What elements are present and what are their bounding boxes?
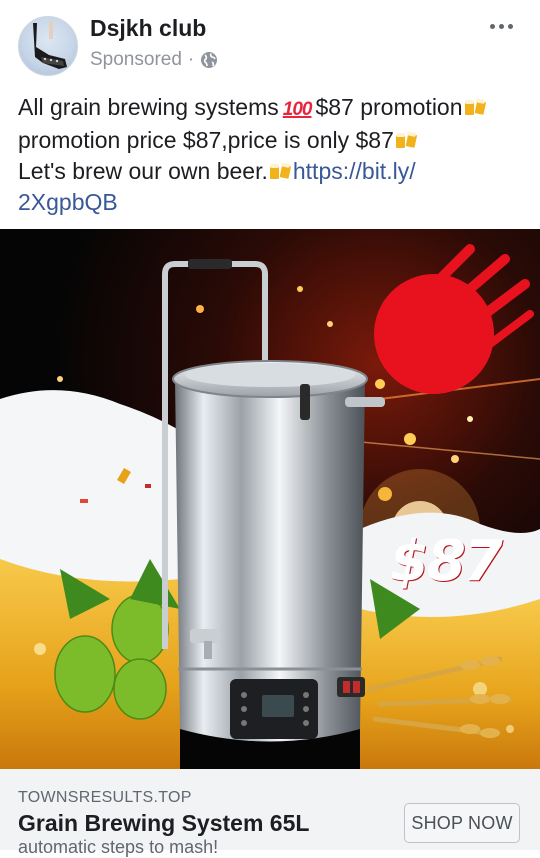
page-name-link[interactable]: Dsjkh club xyxy=(90,15,206,42)
page-avatar[interactable] xyxy=(18,16,78,76)
post-message: All grain brewing systems 100 $87 promotio… xyxy=(18,92,528,218)
beer-mugs-icon xyxy=(464,98,486,115)
sponsored-label[interactable]: Sponsored xyxy=(90,49,182,71)
shortlink-continued[interactable]: 2XgpbQB xyxy=(18,189,118,215)
post-text-segment: $87 promotion xyxy=(315,94,463,120)
link-headline[interactable]: Grain Brewing System 65L xyxy=(18,810,309,837)
post-meta: Sponsored · xyxy=(90,49,218,71)
post-line-3: Let's brew our own beer. https://bit.ly/ xyxy=(18,156,528,187)
shortlink[interactable]: https://bit.ly/ xyxy=(293,158,416,184)
link-description: automatic steps to mash! xyxy=(18,837,218,858)
post-line-4: 2XgpbQB xyxy=(18,187,528,218)
post-text-segment: All grain brewing systems xyxy=(18,94,279,120)
beer-mugs-icon xyxy=(395,131,417,148)
post-line-1: All grain brewing systems 100 $87 promotio… xyxy=(18,92,528,125)
shop-now-button[interactable]: SHOP NOW xyxy=(404,803,520,843)
beer-mugs-icon xyxy=(269,162,291,179)
link-domain: TOWNSRESULTS.TOP xyxy=(18,789,192,806)
link-description-text: automatic steps to mash! xyxy=(18,837,219,857)
globe-icon xyxy=(200,51,218,69)
post-text-segment: promotion price $87,price is only $87 xyxy=(18,127,394,153)
hundred-points-icon: 100 xyxy=(282,99,313,120)
meta-separator: · xyxy=(187,49,195,70)
post-text-segment: Let's brew our own beer. xyxy=(18,158,268,184)
price-badge: $87 xyxy=(390,529,503,594)
link-card[interactable]: TOWNSRESULTS.TOP Grain Brewing System 65… xyxy=(0,769,540,857)
ad-image[interactable]: $87 xyxy=(0,229,540,769)
post-header: Dsjkh club Sponsored · xyxy=(0,0,540,90)
more-options-icon[interactable] xyxy=(484,14,518,38)
post-line-2: promotion price $87,price is only $87 xyxy=(18,125,528,156)
